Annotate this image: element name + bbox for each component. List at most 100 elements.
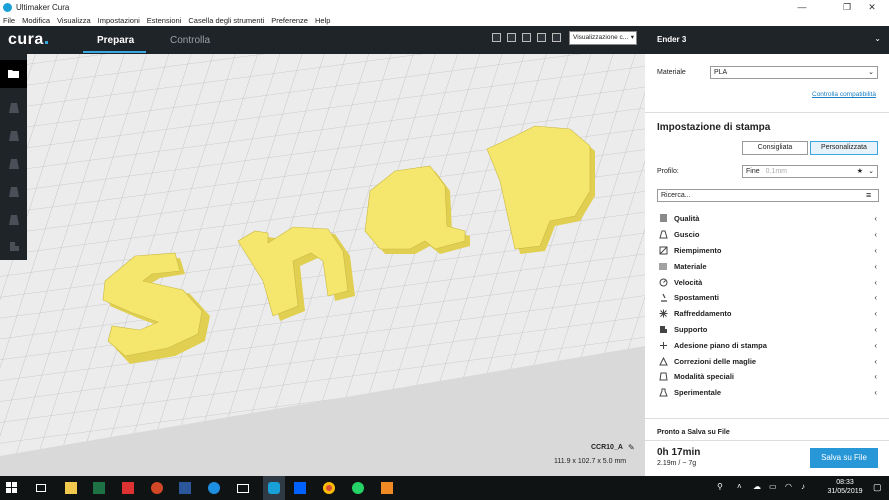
- scale-tool[interactable]: [0, 122, 27, 150]
- category-shell[interactable]: Guscio ‹: [657, 227, 879, 243]
- system-tray: ⚲ ˄ ☁ ▭ ◠ ♪ 08:33 31/05/2019 ▢: [709, 476, 889, 500]
- category-quality[interactable]: Qualità ‹: [657, 211, 879, 227]
- stage-prepare-tab[interactable]: Prepara: [97, 35, 134, 46]
- cura-app-icon: [3, 2, 12, 12]
- view-type-select[interactable]: Visualizzazione c... ▾: [569, 31, 637, 45]
- recommended-mode-button[interactable]: Consigliata: [742, 141, 808, 155]
- material-select[interactable]: PLA ⌄: [710, 66, 878, 79]
- chevron-left-icon: ‹: [874, 309, 877, 319]
- chevron-left-icon: ‹: [874, 388, 877, 398]
- category-speed[interactable]: Velocità ‹: [657, 274, 879, 290]
- category-cooling[interactable]: Raffreddamento ‹: [657, 306, 879, 322]
- menu-view[interactable]: Visualizza: [57, 16, 91, 25]
- cura-taskbar-icon[interactable]: [263, 476, 285, 500]
- menu-edit[interactable]: Modifica: [22, 16, 50, 25]
- rotate-tool[interactable]: [0, 150, 27, 178]
- view-front-icon[interactable]: [507, 33, 516, 42]
- chevron-left-icon: ‹: [874, 214, 877, 224]
- chevron-left-icon: ‹: [874, 277, 877, 287]
- print-time[interactable]: 0h 17min: [657, 447, 700, 458]
- view-3d-icon[interactable]: [492, 33, 501, 42]
- open-file-button[interactable]: [0, 60, 27, 88]
- model-n[interactable]: [237, 226, 355, 321]
- active-stage-indicator: [83, 51, 146, 53]
- people-icon[interactable]: ⚲: [717, 482, 723, 491]
- stage-monitor-tab[interactable]: Controlla: [170, 35, 210, 46]
- save-to-file-button[interactable]: Salva su File: [810, 448, 878, 468]
- file-explorer-icon[interactable]: [63, 480, 79, 496]
- notifications-icon[interactable]: ▢: [873, 482, 882, 493]
- support-blocker-tool[interactable]: [0, 232, 27, 260]
- view-left-icon[interactable]: [537, 33, 546, 42]
- mirror-icon: [8, 187, 19, 197]
- category-mesh-fixes[interactable]: Correzioni delle maglie ‹: [657, 353, 879, 369]
- volume-icon[interactable]: ♪: [801, 482, 805, 491]
- cura-logo: cura: [8, 31, 48, 49]
- settings-categories: Qualità ‹ Guscio ‹ Riempimento ‹ Materiale ‹…: [657, 211, 879, 401]
- infill-icon: [657, 245, 669, 255]
- word-icon[interactable]: [177, 480, 193, 496]
- powerpoint-icon[interactable]: [149, 480, 165, 496]
- printer-name: Ender 3: [657, 35, 687, 44]
- dropbox-icon[interactable]: [292, 480, 308, 496]
- edge-icon[interactable]: [206, 480, 222, 496]
- chevron-left-icon: ‹: [874, 372, 877, 382]
- category-experimental[interactable]: Sperimentale ‹: [657, 385, 879, 401]
- category-infill[interactable]: Riempimento ‹: [657, 243, 879, 259]
- compatibility-link[interactable]: Controlla compatibilità: [812, 91, 876, 98]
- divider: [645, 418, 889, 419]
- menu-toolbox[interactable]: Casella degli strumenti: [188, 16, 264, 25]
- category-support[interactable]: Supporto ‹: [657, 322, 879, 338]
- model-p[interactable]: [486, 125, 595, 254]
- category-adhesion[interactable]: Adesione piano di stampa ‹: [657, 337, 879, 353]
- chevron-left-icon: ‹: [874, 340, 877, 350]
- menu-help[interactable]: Help: [315, 16, 330, 25]
- support-blocker-icon: [9, 242, 19, 251]
- clock-date[interactable]: 31/05/2019: [825, 488, 865, 495]
- clock-time[interactable]: 08:33: [825, 479, 865, 486]
- model-s[interactable]: [102, 252, 210, 364]
- view-right-icon[interactable]: [552, 33, 561, 42]
- travel-icon: [657, 293, 669, 303]
- category-material[interactable]: Materiale ‹: [657, 258, 879, 274]
- excel-icon[interactable]: [91, 480, 107, 496]
- support-icon: [657, 324, 669, 334]
- settings-visibility-menu-icon[interactable]: ≡: [866, 190, 871, 200]
- close-button[interactable]: ✕: [855, 0, 889, 14]
- menu-preferences[interactable]: Preferenze: [271, 16, 308, 25]
- minimize-button[interactable]: —: [785, 0, 819, 14]
- mirror-tool[interactable]: [0, 178, 27, 206]
- material-amount: 2.19m / ~ 7g: [657, 460, 697, 467]
- custom-mode-button[interactable]: Personalizzata: [810, 141, 878, 155]
- speed-icon: [657, 277, 669, 287]
- battery-icon[interactable]: ▭: [769, 482, 777, 491]
- network-icon[interactable]: ◠: [785, 482, 792, 491]
- pencil-icon[interactable]: ✎: [628, 443, 635, 452]
- menu-file[interactable]: File: [3, 16, 15, 25]
- model-a[interactable]: [364, 165, 470, 254]
- profile-select[interactable]: Fine 0.1mm ★ ⌄: [742, 165, 878, 178]
- onedrive-icon[interactable]: ☁: [753, 482, 761, 491]
- mesh-fix-icon: [657, 356, 669, 366]
- gift-app-icon[interactable]: [120, 480, 136, 496]
- view-top-icon[interactable]: [522, 33, 531, 42]
- 3d-viewport[interactable]: [0, 26, 645, 476]
- printer-selector[interactable]: Ender 3 ⌄: [645, 26, 889, 54]
- mail-icon[interactable]: [235, 480, 251, 496]
- settings-search-input[interactable]: Ricerca...: [657, 189, 879, 202]
- build-plate[interactable]: [0, 26, 645, 476]
- fusion-app-icon[interactable]: [379, 480, 395, 496]
- menu-settings[interactable]: Impostazioni: [98, 16, 140, 25]
- chevron-up-icon[interactable]: ˄: [737, 482, 742, 491]
- per-model-settings-tool[interactable]: [0, 206, 27, 234]
- move-tool[interactable]: [0, 94, 27, 122]
- menu-extensions[interactable]: Estensioni: [147, 16, 182, 25]
- task-view-icon[interactable]: [33, 480, 49, 496]
- category-special-modes[interactable]: Modalità speciali ‹: [657, 369, 879, 385]
- category-travel[interactable]: Spostamenti ‹: [657, 290, 879, 306]
- window-title: Ultimaker Cura: [16, 2, 70, 12]
- whatsapp-icon[interactable]: [350, 480, 366, 496]
- folder-icon: [7, 70, 19, 78]
- chrome-icon[interactable]: [321, 480, 337, 496]
- windows-start-icon[interactable]: [4, 480, 20, 496]
